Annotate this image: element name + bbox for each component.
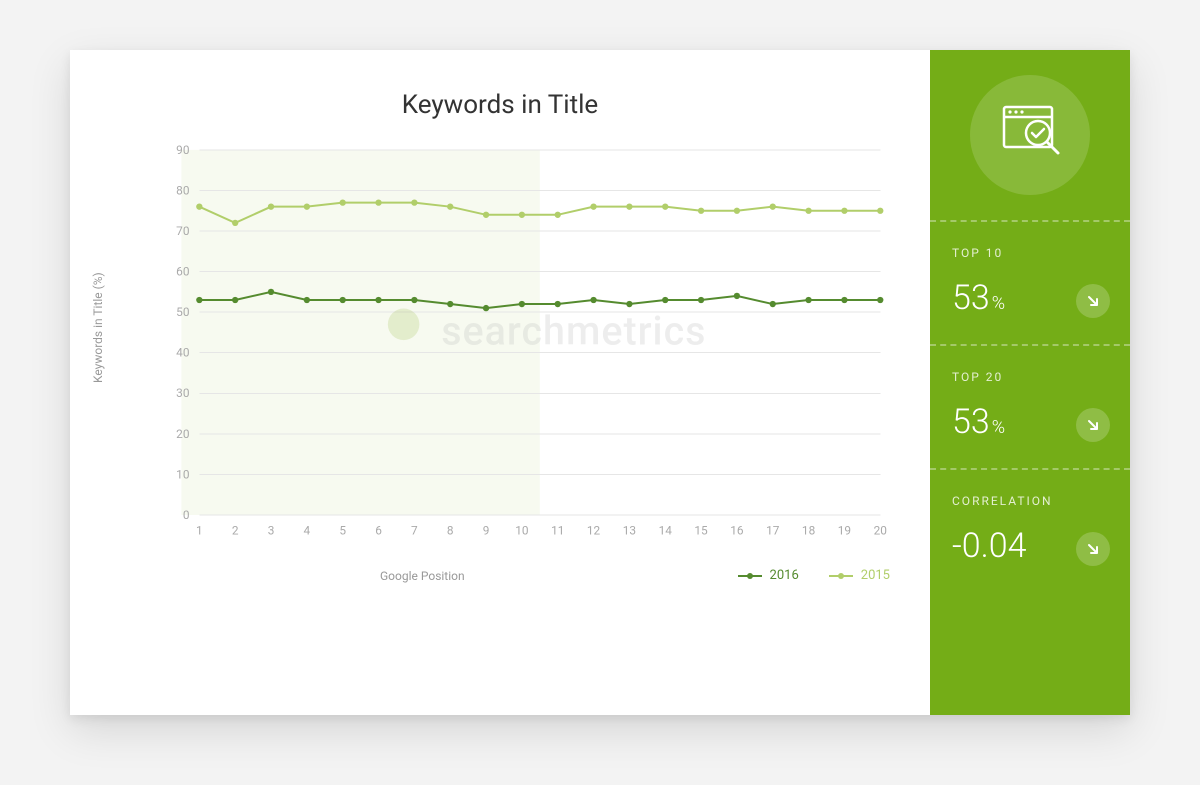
legend-swatch-icon [829, 572, 853, 580]
legend-swatch-icon [738, 572, 762, 580]
trend-down-icon [1076, 284, 1110, 318]
legend-label: 2016 [770, 568, 799, 583]
svg-text:8: 8 [447, 524, 454, 538]
svg-text:12: 12 [587, 524, 601, 538]
stat-label: TOP 10 [952, 246, 1108, 260]
svg-text:80: 80 [176, 183, 189, 197]
trend-down-icon [1076, 408, 1110, 442]
svg-text:2: 2 [232, 524, 239, 538]
svg-text:20: 20 [874, 524, 887, 538]
svg-text:19: 19 [838, 524, 851, 538]
svg-text:6: 6 [375, 524, 382, 538]
sidebar-hero [930, 50, 1130, 222]
line-chart: 0102030405060708090123456789101112131415… [150, 140, 900, 554]
svg-text:14: 14 [659, 524, 673, 538]
svg-text:20: 20 [176, 427, 189, 441]
svg-text:15: 15 [694, 524, 708, 538]
svg-text:13: 13 [623, 524, 636, 538]
svg-text:50: 50 [176, 305, 189, 319]
chart-pane: Keywords in Title Keywords in Title (%) … [70, 50, 930, 715]
stat-top10: TOP 10 53% [930, 222, 1130, 346]
svg-text:9: 9 [483, 524, 490, 538]
legend-item-2016: 2016 [738, 568, 799, 583]
dashboard-card: Keywords in Title Keywords in Title (%) … [70, 50, 1130, 715]
x-axis-label: Google Position [380, 569, 465, 583]
svg-text:10: 10 [176, 467, 189, 481]
svg-text:16: 16 [730, 524, 744, 538]
stats-sidebar: TOP 10 53% TOP 20 53% CORRELATION [930, 50, 1130, 715]
y-axis-label: Keywords in Title (%) [91, 272, 105, 383]
svg-text:4: 4 [304, 524, 311, 538]
svg-text:17: 17 [766, 524, 780, 538]
chart-title: Keywords in Title [90, 90, 910, 120]
svg-text:11: 11 [551, 524, 564, 538]
svg-text:1: 1 [196, 524, 203, 538]
svg-text:40: 40 [176, 346, 189, 360]
svg-text:0: 0 [183, 508, 190, 522]
stat-label: CORRELATION [952, 494, 1108, 508]
svg-text:7: 7 [411, 524, 418, 538]
trend-down-icon [1076, 532, 1110, 566]
svg-text:5: 5 [339, 524, 346, 538]
svg-text:30: 30 [176, 386, 189, 400]
stat-correlation: CORRELATION -0.04 [930, 470, 1130, 592]
svg-text:60: 60 [176, 265, 189, 279]
svg-text:18: 18 [802, 524, 815, 538]
legend-item-2015: 2015 [829, 568, 890, 583]
svg-text:70: 70 [176, 224, 189, 238]
chart-legend: Google Position 2016 2015 [90, 568, 890, 583]
stat-label: TOP 20 [952, 370, 1108, 384]
svg-text:searchmetrics: searchmetrics [441, 308, 706, 355]
analysis-icon [970, 75, 1090, 195]
svg-text:10: 10 [515, 524, 528, 538]
svg-text:3: 3 [268, 524, 275, 538]
stat-top20: TOP 20 53% [930, 346, 1130, 470]
legend-label: 2015 [861, 568, 890, 583]
svg-text:90: 90 [176, 143, 189, 157]
